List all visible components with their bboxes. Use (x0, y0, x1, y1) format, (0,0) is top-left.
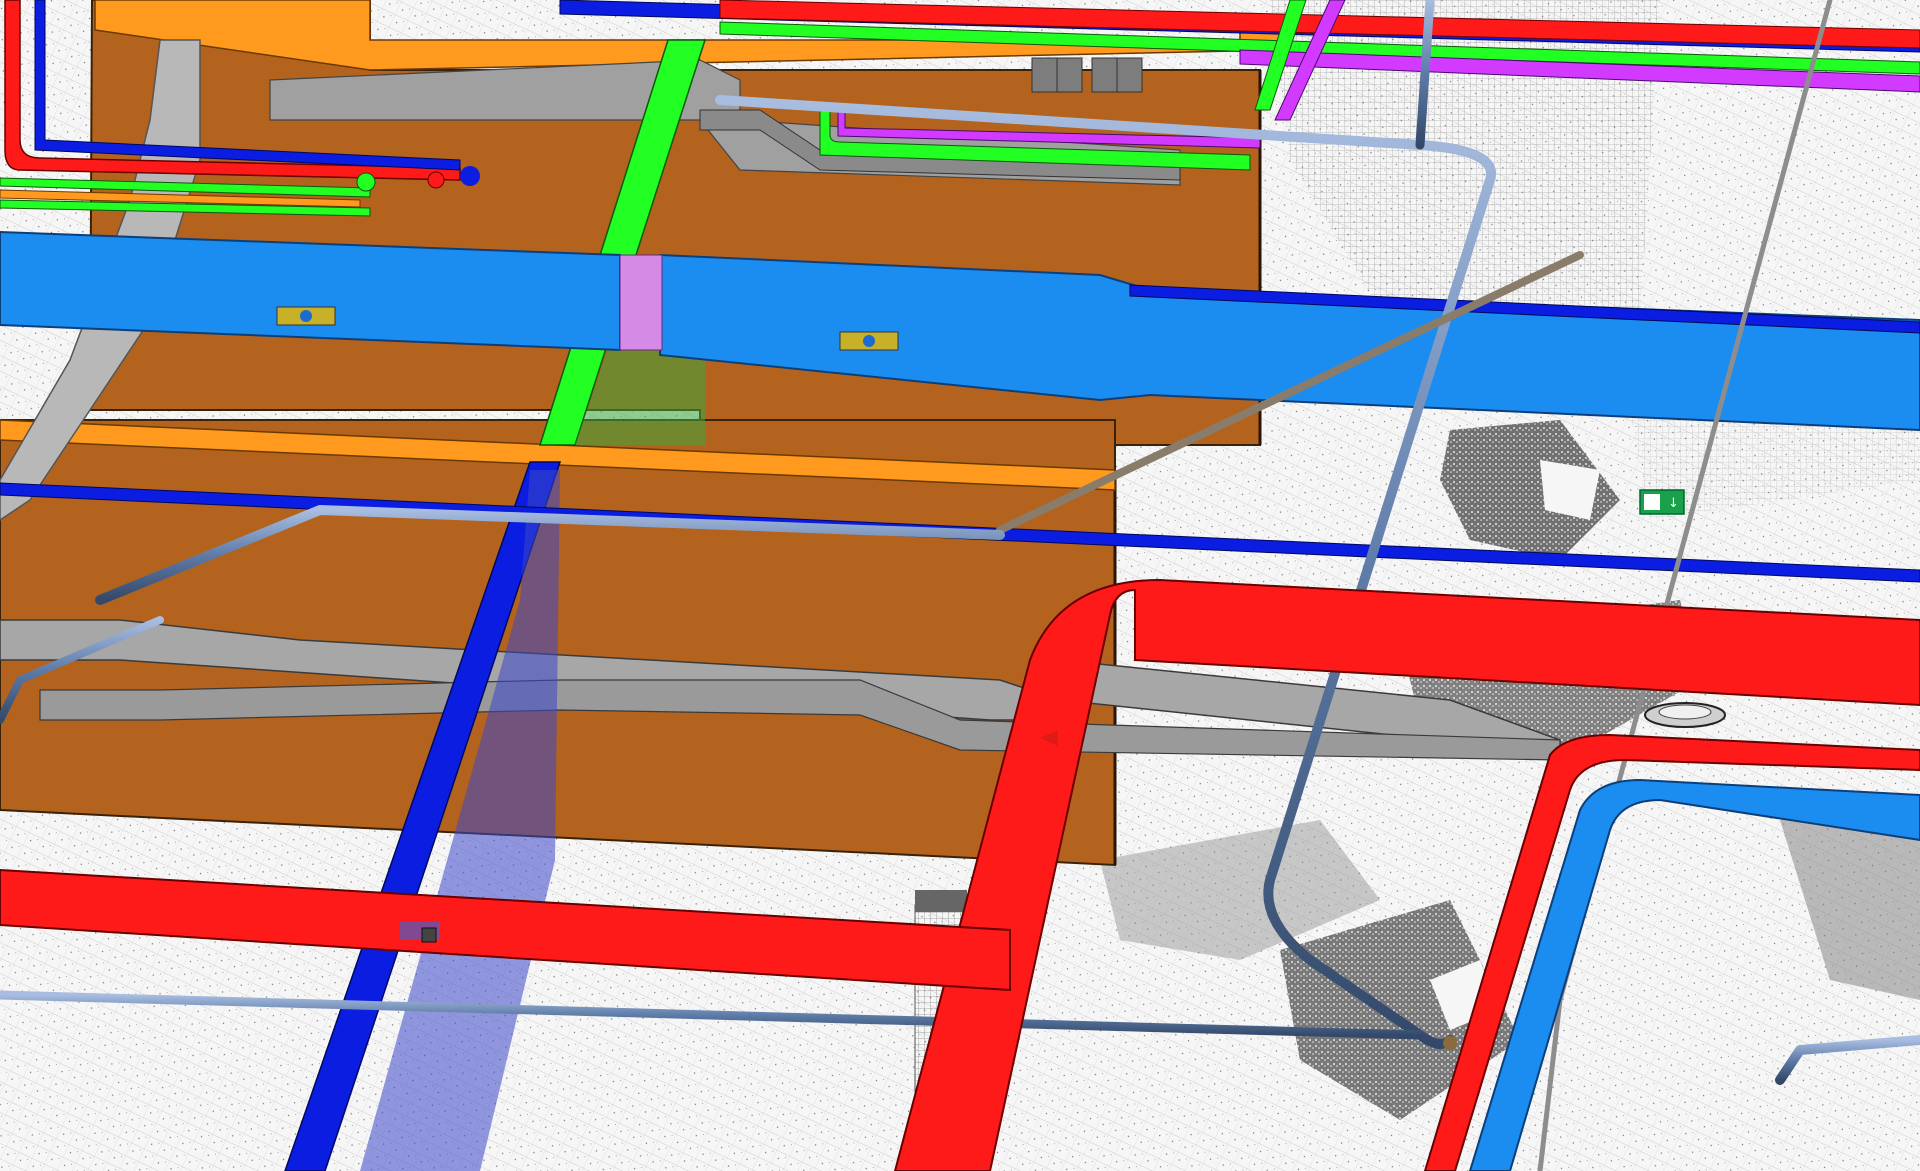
pipe-cap (356, 172, 376, 192)
damper-knob (863, 335, 875, 347)
valve-box (421, 927, 437, 943)
junction-box (915, 890, 967, 912)
pipe-drum-top (1658, 704, 1712, 720)
svg-text:↓: ↓ (1668, 496, 1679, 511)
pipe-fitting (1443, 1036, 1457, 1050)
pipe-cap (460, 166, 480, 186)
emergency-exit-sign-icon: ↓ (1639, 489, 1685, 515)
bim-model-viewport[interactable]: ↓ (0, 0, 1920, 1171)
duct-connector (619, 254, 663, 351)
pipe-cap (427, 171, 445, 189)
damper-knob (300, 310, 312, 322)
